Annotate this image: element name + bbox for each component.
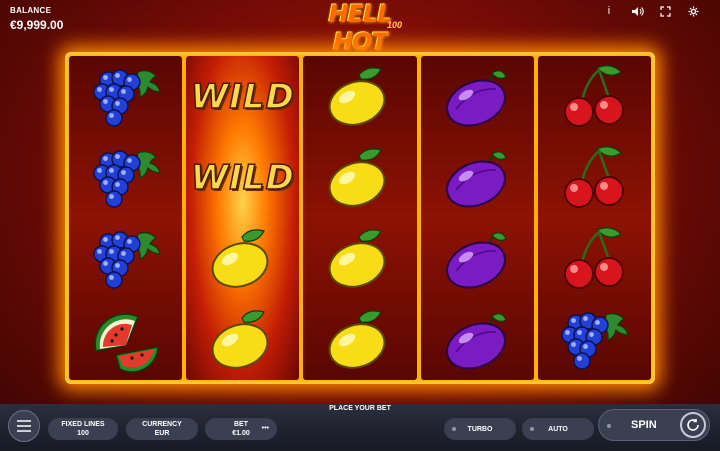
reel-2: WILD WILD xyxy=(186,56,300,380)
grapes-symbol xyxy=(85,223,167,295)
bet-value: €1.00 xyxy=(232,430,250,437)
spin-label: SPIN xyxy=(631,419,657,431)
logo-subtitle: 100 xyxy=(386,20,402,30)
cherries-symbol xyxy=(553,223,635,295)
watermelon-symbol xyxy=(85,304,167,376)
bet-label: BET xyxy=(234,421,248,428)
cherries-symbol xyxy=(553,142,635,214)
bet-pill[interactable]: BET €1.00 ••• xyxy=(205,418,277,440)
reel-5 xyxy=(537,56,652,380)
fixed-lines-pill: FIXED LINES 100 xyxy=(48,418,118,440)
menu-button[interactable] xyxy=(8,410,40,442)
fixed-lines-label: FIXED LINES xyxy=(61,421,105,428)
plum-symbol xyxy=(436,223,518,295)
lemon-symbol xyxy=(202,304,284,376)
grapes-symbol xyxy=(85,142,167,214)
auto-indicator-icon xyxy=(530,427,534,431)
info-icon[interactable]: i xyxy=(602,4,616,18)
plum-symbol xyxy=(436,61,518,133)
top-icons: i xyxy=(602,4,700,18)
game-logo: HELL HOT 100 xyxy=(300,0,420,56)
lemon-symbol xyxy=(319,304,401,376)
auto-button[interactable]: AUTO xyxy=(522,418,594,440)
more-icon: ••• xyxy=(261,425,269,432)
grapes-symbol xyxy=(85,61,167,133)
plum-symbol xyxy=(436,304,518,376)
spin-circle-icon xyxy=(680,412,706,438)
logo-title: HELL HOT xyxy=(328,0,392,56)
currency-pill[interactable]: CURRENCY EUR xyxy=(126,418,198,440)
spin-button[interactable]: SPIN xyxy=(598,409,710,441)
spin-indicator-icon xyxy=(607,424,611,428)
currency-label: CURRENCY xyxy=(142,421,182,428)
lemon-symbol xyxy=(319,223,401,295)
wild-symbol: WILD xyxy=(190,61,295,133)
plum-symbol xyxy=(436,142,518,214)
turbo-button[interactable]: TURBO xyxy=(444,418,516,440)
wild-symbol: WILD xyxy=(190,142,295,214)
sound-icon[interactable] xyxy=(630,4,644,18)
reel-4 xyxy=(420,56,534,380)
auto-label: AUTO xyxy=(548,425,568,433)
turbo-label: TURBO xyxy=(467,425,493,433)
wild-symbol-text: WILD xyxy=(190,157,295,199)
lemon-symbol xyxy=(202,223,284,295)
balance-display: BALANCE €9,999.00 xyxy=(10,6,63,32)
hamburger-icon xyxy=(17,420,31,432)
reels-area[interactable]: WILD WILD xyxy=(65,52,655,384)
wild-symbol-text: WILD xyxy=(190,76,295,118)
settings-icon[interactable] xyxy=(686,4,700,18)
turbo-indicator-icon xyxy=(452,427,456,431)
lemon-symbol xyxy=(319,61,401,133)
cherries-symbol xyxy=(553,61,635,133)
fixed-lines-value: 100 xyxy=(77,430,89,437)
balance-label: BALANCE xyxy=(10,6,52,15)
reel-3 xyxy=(303,56,417,380)
balance-value: €9,999.00 xyxy=(10,18,64,32)
lemon-symbol xyxy=(319,142,401,214)
fullscreen-icon[interactable] xyxy=(658,4,672,18)
grapes-symbol xyxy=(553,304,635,376)
reel-1 xyxy=(69,56,183,380)
currency-value: EUR xyxy=(154,430,170,437)
